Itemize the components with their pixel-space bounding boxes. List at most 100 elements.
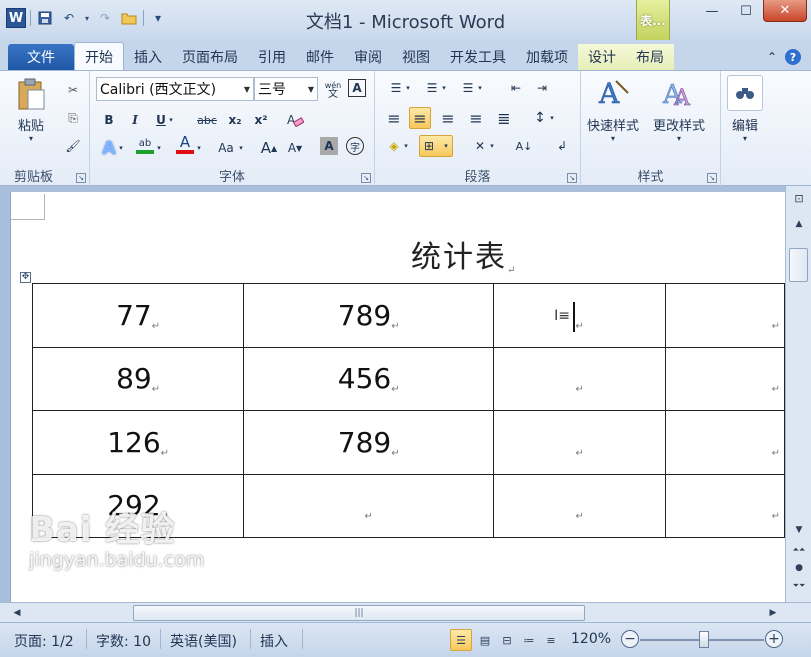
table-cell[interactable]: ↵ <box>665 283 785 348</box>
font-launcher-icon[interactable]: ↘ <box>361 173 371 183</box>
font-color-button[interactable]: A <box>174 133 196 155</box>
decrease-indent-button[interactable]: ⇤ <box>505 77 527 99</box>
edit-dropdown-icon[interactable]: ▾ <box>743 134 747 143</box>
sort-button[interactable]: A↓ <box>513 135 535 157</box>
scroll-down-icon[interactable]: ▼ <box>790 522 808 538</box>
table-cell[interactable]: ↵ <box>665 473 785 538</box>
shading-dropdown-icon[interactable]: ▾ <box>401 135 411 157</box>
clipboard-launcher-icon[interactable]: ↘ <box>76 173 86 183</box>
vertical-scroll-thumb[interactable] <box>789 248 808 282</box>
previous-page-icon[interactable]: ⏶⏶ <box>790 542 808 558</box>
tab-addins[interactable]: 加载项 <box>516 44 578 70</box>
align-center-button[interactable]: ≡ <box>409 107 431 129</box>
table-tools-context-tab[interactable]: 表... <box>636 0 670 40</box>
quick-styles-dropdown-icon[interactable]: ▾ <box>611 134 615 143</box>
full-screen-reading-icon[interactable]: ▤ <box>474 629 496 651</box>
minimize-button[interactable]: — <box>695 0 729 22</box>
print-layout-view-icon[interactable]: ☰ <box>450 629 472 651</box>
styles-launcher-icon[interactable]: ↘ <box>707 173 717 183</box>
table-cell[interactable]: ↵ <box>665 410 785 475</box>
tab-references[interactable]: 引用 <box>248 44 296 70</box>
scroll-up-icon[interactable]: ▲ <box>790 216 808 232</box>
font-name-dropdown[interactable]: Calibri (西文正文) ▼ <box>96 77 254 101</box>
character-border-icon[interactable]: A <box>348 79 366 97</box>
tab-file[interactable]: 文件 <box>8 44 74 70</box>
scroll-right-icon[interactable]: ▶ <box>764 605 782 621</box>
ruler-toggle-icon[interactable]: ⊡ <box>790 190 808 206</box>
web-layout-icon[interactable]: ⊟ <box>496 629 518 651</box>
cut-icon[interactable]: ✂ <box>62 79 84 101</box>
quick-styles-button[interactable]: A 快速样式 ▾ <box>587 75 639 143</box>
tab-home[interactable]: 开始 <box>74 42 124 70</box>
vertical-scrollbar[interactable]: ⊡ ▲ ▼ ⏶⏶ ● ⏷⏷ <box>785 186 811 602</box>
shrink-font-button[interactable]: A ▼ <box>284 137 306 159</box>
document-page[interactable]: 统计表↵ ✥ 77↵ 789↵ ↵ I≡ ↵ 89↵ 456↵ ↵ ↵ 126↵ … <box>10 192 785 602</box>
justify-button[interactable]: ≡ <box>465 107 487 129</box>
help-icon[interactable]: ? <box>785 49 801 65</box>
subscript-button[interactable]: x₂ <box>224 109 246 131</box>
multilevel-dropdown-icon[interactable]: ▾ <box>475 77 485 99</box>
grow-font-button[interactable]: A ▲ <box>258 137 280 159</box>
table-cell[interactable]: ↵ <box>493 473 667 538</box>
change-styles-dropdown-icon[interactable]: ▾ <box>677 134 681 143</box>
horizontal-scrollbar[interactable]: ◀ ||| ▶ <box>0 602 811 622</box>
scroll-left-icon[interactable]: ◀ <box>8 605 26 621</box>
tab-view[interactable]: 视图 <box>392 44 440 70</box>
tab-review[interactable]: 审阅 <box>344 44 392 70</box>
zoom-out-button[interactable]: − <box>621 630 639 648</box>
zoom-slider-thumb[interactable] <box>699 631 709 648</box>
tab-developer[interactable]: 开发工具 <box>440 44 516 70</box>
zoom-level[interactable]: 120% <box>571 631 611 647</box>
clear-formatting-icon[interactable]: A <box>284 109 306 131</box>
table-cell[interactable]: ↵ <box>665 346 785 411</box>
text-effects-dropdown-icon[interactable]: ▾ <box>116 137 126 159</box>
underline-dropdown-icon[interactable]: ▾ <box>166 109 176 131</box>
paste-dropdown-icon[interactable]: ▾ <box>29 134 33 143</box>
enclosed-characters-button[interactable]: 字 <box>346 137 364 155</box>
tab-mailings[interactable]: 邮件 <box>296 44 344 70</box>
align-right-button[interactable]: ≡ <box>437 107 459 129</box>
table-cell[interactable]: 126↵ <box>31 410 245 475</box>
italic-button[interactable]: I <box>124 109 146 131</box>
highlight-button[interactable]: ab <box>134 135 156 157</box>
font-color-dropdown-icon[interactable]: ▾ <box>194 137 204 159</box>
minimize-ribbon-icon[interactable]: ⌃ <box>767 50 777 64</box>
highlight-dropdown-icon[interactable]: ▾ <box>154 137 164 159</box>
table-cell[interactable]: ↵ <box>493 410 667 475</box>
change-case-dropdown-icon[interactable]: ▾ <box>236 137 246 159</box>
font-size-dropdown[interactable]: 三号 ▼ <box>254 77 318 101</box>
table-cell[interactable]: 77↵ <box>31 283 245 348</box>
insert-mode-indicator[interactable]: 插入 <box>260 631 288 651</box>
table-cell[interactable]: 789↵ <box>243 410 495 475</box>
bold-button[interactable]: B <box>98 109 120 131</box>
tab-table-layout[interactable]: 布局 <box>626 44 674 70</box>
align-left-button[interactable]: ≡ <box>383 107 405 129</box>
copy-icon[interactable]: ⎘ <box>62 107 84 129</box>
character-shading-button[interactable]: A <box>320 137 338 155</box>
distributed-button[interactable]: ≣ <box>493 107 515 129</box>
close-button[interactable]: ✕ <box>763 0 807 22</box>
table-cell[interactable]: 89↵ <box>31 346 245 411</box>
zoom-in-button[interactable]: + <box>765 630 783 648</box>
maximize-button[interactable]: ☐ <box>729 0 763 22</box>
table-cell-active[interactable]: ↵ I≡ <box>493 283 667 348</box>
table-cell[interactable]: ↵ <box>243 473 495 538</box>
page-count[interactable]: 页面: 1/2 <box>14 631 74 651</box>
numbering-dropdown-icon[interactable]: ▾ <box>439 77 449 99</box>
horizontal-scroll-thumb[interactable]: ||| <box>133 605 585 621</box>
table-cell[interactable]: 789↵ <box>243 283 495 348</box>
borders-dropdown-icon[interactable]: ▾ <box>441 135 451 157</box>
statistics-table[interactable]: 77↵ 789↵ ↵ I≡ ↵ 89↵ 456↵ ↵ ↵ 126↵ 789↵ ↵ … <box>31 283 785 538</box>
outline-view-icon[interactable]: ≔ <box>518 629 540 651</box>
table-move-handle-icon[interactable]: ✥ <box>20 272 31 283</box>
table-cell[interactable]: 456↵ <box>243 346 495 411</box>
document-area[interactable]: 统计表↵ ✥ 77↵ 789↵ ↵ I≡ ↵ 89↵ 456↵ ↵ ↵ 126↵ … <box>0 186 785 602</box>
format-painter-icon[interactable]: 🖌 <box>62 135 84 157</box>
strikethrough-button[interactable]: abc <box>194 109 220 131</box>
table-cell[interactable]: ↵ <box>493 346 667 411</box>
tab-page-layout[interactable]: 页面布局 <box>172 44 248 70</box>
tab-insert[interactable]: 插入 <box>124 44 172 70</box>
line-spacing-dropdown-icon[interactable]: ▾ <box>547 107 557 129</box>
draft-view-icon[interactable]: ≡ <box>540 629 562 651</box>
edit-button[interactable]: 编辑 ▾ <box>727 75 763 143</box>
